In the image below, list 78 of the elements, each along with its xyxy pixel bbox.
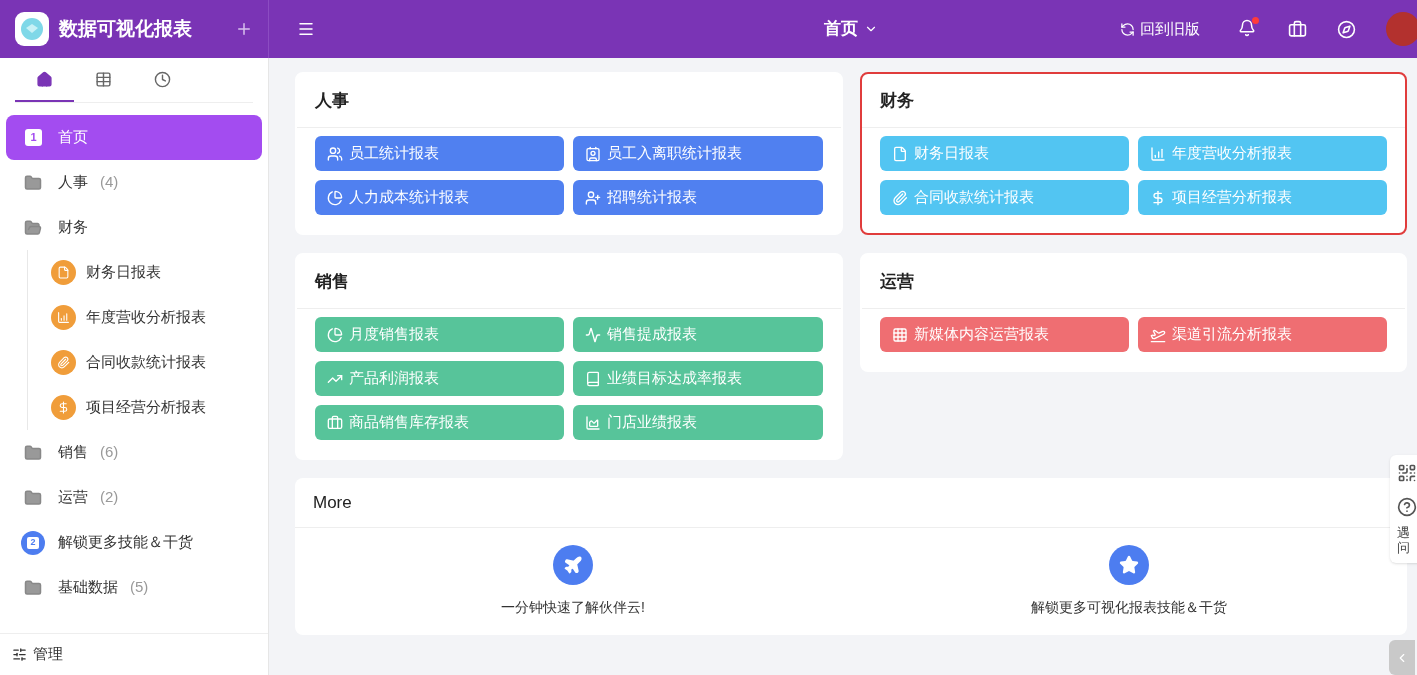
- help-label: 问: [1397, 540, 1410, 555]
- help-label: 遇: [1397, 525, 1410, 540]
- item-count: (5): [130, 577, 149, 598]
- sidebar-item-label: 项目经营分析报表: [86, 397, 206, 418]
- card-title: More: [313, 491, 352, 514]
- app-title: 数据可视化报表: [59, 16, 192, 41]
- sidebar-item[interactable]: 运营 (2): [6, 475, 262, 520]
- card-title: 销售: [315, 270, 349, 293]
- paperclip-icon: [57, 356, 70, 369]
- contact-card-icon: [585, 145, 602, 162]
- sidebar-subitem[interactable]: 合同收款统计报表: [51, 340, 262, 385]
- report-button[interactable]: 员工统计报表: [315, 136, 565, 171]
- item-count: (2): [100, 487, 119, 508]
- briefcase-icon[interactable]: [1288, 19, 1307, 39]
- plane-icon: [553, 545, 593, 585]
- more-link[interactable]: 一分钟快速了解伙伴云!: [501, 545, 645, 618]
- manage-button[interactable]: 管理: [0, 633, 268, 675]
- number-badge: 1: [25, 129, 42, 146]
- sidebar-item[interactable]: 财务: [6, 205, 262, 250]
- card-title: 运营: [879, 270, 914, 293]
- bar-chart-icon: [1149, 145, 1166, 162]
- dollar-icon: [57, 401, 70, 414]
- table-icon: [95, 70, 112, 88]
- home-icon: [36, 70, 53, 88]
- sidebar-item[interactable]: 基础数据 (5): [6, 565, 262, 610]
- sidebar-item[interactable]: 1 首页: [6, 115, 262, 160]
- more-link-label: 一分钟快速了解伙伴云!: [501, 598, 645, 617]
- add-icon[interactable]: [235, 20, 253, 38]
- sidebar-item-label: 财务日报表: [86, 262, 161, 283]
- item-count: (6): [100, 442, 119, 463]
- more-link[interactable]: 解锁更多可视化报表技能＆干货: [1031, 545, 1227, 618]
- users-icon: [327, 145, 343, 162]
- report-button[interactable]: 招聘统计报表: [573, 180, 823, 215]
- sidebar-subitem[interactable]: 年度营收分析报表: [51, 295, 262, 340]
- card-title: 人事: [315, 89, 349, 112]
- sidebar-subitem[interactable]: 项目经营分析报表: [51, 385, 262, 430]
- notification-button[interactable]: [1238, 19, 1258, 39]
- compass-icon[interactable]: [1337, 19, 1356, 39]
- bar-chart-icon: [57, 311, 70, 324]
- report-button[interactable]: 渠道引流分析报表: [1137, 317, 1387, 352]
- sidebar-item-label: 人事: [58, 172, 88, 193]
- switch-back-icon: [1120, 21, 1135, 37]
- help-icon[interactable]: [1397, 497, 1417, 517]
- card-title: 财务: [879, 89, 914, 112]
- area-chart-icon: [585, 414, 602, 431]
- paperclip-icon: [891, 189, 908, 206]
- sidebar-item-label: 销售: [58, 442, 88, 463]
- file-icon: [891, 145, 908, 162]
- item-count: (4): [100, 172, 119, 193]
- briefcase-icon: [327, 414, 343, 431]
- old-version-button[interactable]: 回到旧版: [1120, 17, 1200, 41]
- report-button[interactable]: 员工入离职统计报表: [573, 136, 823, 171]
- qr-code-icon[interactable]: [1397, 463, 1417, 483]
- bell-icon: [1238, 19, 1256, 37]
- sidebar-subitem[interactable]: 财务日报表: [51, 250, 262, 295]
- report-button[interactable]: 新媒体内容运营报表: [879, 317, 1129, 352]
- number-badge: 2: [21, 530, 45, 555]
- page-title-dropdown[interactable]: 首页: [824, 16, 878, 42]
- sidebar-item-label: 运营: [58, 487, 88, 508]
- app-logo-icon: [15, 12, 49, 46]
- menu-icon[interactable]: [297, 20, 315, 38]
- sidebar-item-label: 解锁更多技能＆干货: [58, 532, 193, 553]
- sidebar-item-label: 首页: [58, 127, 88, 148]
- grid-icon: [891, 326, 908, 343]
- report-button[interactable]: 人力成本统计报表: [315, 180, 565, 215]
- sidebar-item-label: 年度营收分析报表: [86, 307, 206, 328]
- zigzag-line-icon: [585, 326, 602, 343]
- more-link-label: 解锁更多可视化报表技能＆干货: [1031, 598, 1227, 617]
- sliders-icon: [12, 647, 27, 662]
- book-icon: [585, 370, 602, 387]
- sidebar-item-label: 财务: [58, 217, 88, 238]
- sidebar-item[interactable]: 2 解锁更多技能＆干货: [6, 520, 262, 565]
- file-icon: [57, 266, 70, 279]
- sidebar-item[interactable]: 销售 (6): [6, 430, 262, 475]
- sidebar-item-label: 基础数据: [58, 577, 118, 598]
- sidebar-item[interactable]: 人事 (4): [6, 160, 262, 205]
- sidebar-item-label: 合同收款统计报表: [86, 352, 206, 373]
- user-plus-icon: [585, 189, 602, 206]
